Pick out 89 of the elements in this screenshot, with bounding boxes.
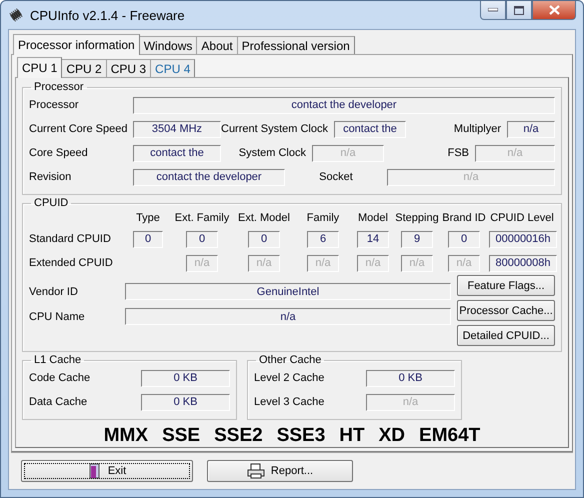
value-field: 0: [133, 230, 163, 248]
value-field: 0: [186, 230, 218, 248]
field-label: Multiplyer: [454, 123, 502, 135]
feature-flag-label: SSE: [162, 425, 200, 447]
value-field: 3504 MHz: [133, 120, 221, 138]
value-field: 9: [401, 230, 433, 248]
feature-flag-label: HT: [339, 425, 365, 447]
field-label: FSB: [448, 147, 470, 159]
tab[interactable]: CPU 1: [17, 57, 62, 78]
dialog-button[interactable]: Detailed CPUID...: [457, 325, 555, 346]
tab[interactable]: Processor information: [13, 34, 140, 55]
field-label: Vendor ID: [29, 286, 78, 298]
close-button[interactable]: [532, 1, 576, 20]
column-header: CPUID Level: [490, 212, 554, 224]
maximize-icon: [514, 6, 524, 14]
exit-button[interactable]: Exit: [21, 460, 193, 482]
value-field: GenuineIntel: [125, 283, 451, 300]
group-title: L1 Cache: [33, 354, 82, 366]
door-icon: [88, 463, 102, 479]
value-field: 80000008h: [489, 254, 557, 272]
field-label: Socket: [319, 171, 353, 183]
field-label: Current Core Speed: [29, 123, 128, 135]
minimize-button[interactable]: [480, 1, 506, 20]
minimize-icon: [488, 8, 498, 12]
value-field: 0: [448, 230, 480, 248]
feature-flag-label: SSE2: [214, 425, 263, 447]
value-field: n/a: [448, 254, 480, 272]
value-field: 00000016h: [489, 230, 557, 248]
column-header: Model: [358, 212, 388, 224]
tab[interactable]: Windows: [138, 36, 198, 54]
dialog-button[interactable]: Feature Flags...: [457, 275, 555, 296]
maximize-button[interactable]: [506, 1, 532, 20]
value-field: n/a: [125, 308, 451, 325]
field-label: System Clock: [238, 147, 307, 159]
dialog-button[interactable]: Processor Cache...: [457, 300, 555, 321]
field-label: Code Cache: [29, 372, 90, 384]
tab[interactable]: Professional version: [236, 36, 355, 54]
field-label: Data Cache: [29, 396, 88, 408]
feature-flag-label: MMX: [104, 425, 148, 447]
tab[interactable]: CPU 2: [61, 59, 107, 77]
value-field: 0: [248, 230, 280, 248]
window-title: CPUInfo v2.1.4 - Freeware: [30, 8, 186, 22]
group-title: Other Cache: [258, 354, 322, 366]
row-label: Extended CPUID: [29, 257, 113, 269]
feature-flag-label: XD: [378, 425, 406, 447]
value-field: n/a: [248, 254, 280, 272]
value-field: n/a: [357, 254, 389, 272]
value-field: 6: [307, 230, 339, 248]
value-field: 0 KB: [141, 394, 230, 410]
feature-flag-label: SSE3: [276, 425, 326, 447]
value-field: n/a: [507, 120, 555, 138]
value-field: 0 KB: [366, 370, 455, 386]
feature-flag-label: EM64T: [419, 425, 480, 447]
chip-icon: [8, 7, 24, 23]
column-header: Family: [306, 212, 340, 224]
column-header: Type: [136, 212, 160, 224]
value-field: contact the: [133, 144, 221, 162]
value-field: n/a: [475, 144, 555, 162]
value-field: contact the: [334, 120, 406, 138]
value-field: contact the developer: [133, 96, 555, 114]
value-field: n/a: [401, 254, 433, 272]
value-field: 0 KB: [141, 370, 230, 386]
tab[interactable]: About: [196, 36, 238, 54]
field-label: Core Speed: [29, 147, 88, 159]
printer-icon: [246, 463, 265, 479]
value-field: n/a: [387, 168, 555, 186]
field-label: CPU Name: [29, 310, 85, 322]
row-label: Standard CPUID: [29, 233, 111, 245]
close-icon: [548, 5, 560, 15]
value-field: n/a: [307, 254, 339, 272]
field-label: Processor: [29, 99, 79, 111]
tab[interactable]: CPU 3: [106, 59, 152, 77]
column-header: Ext. Family: [174, 212, 230, 224]
column-header: Brand ID: [442, 212, 486, 224]
value-field: n/a: [366, 394, 455, 410]
column-header: Stepping: [395, 212, 439, 224]
tab[interactable]: CPU 4: [150, 59, 196, 77]
field-label: Revision: [29, 171, 72, 183]
value-field: contact the developer: [133, 168, 285, 186]
report-button[interactable]: Report...: [207, 460, 353, 482]
group-title: Processor: [33, 81, 85, 93]
value-field: 14: [357, 230, 389, 248]
value-field: n/a: [312, 144, 384, 162]
value-field: n/a: [186, 254, 218, 272]
field-label: Current System Clock: [221, 123, 329, 135]
group-title: CPUID: [33, 197, 70, 209]
field-label: Level 2 Cache: [254, 372, 324, 384]
field-label: Level 3 Cache: [254, 396, 324, 408]
column-header: Ext. Model: [238, 212, 290, 224]
